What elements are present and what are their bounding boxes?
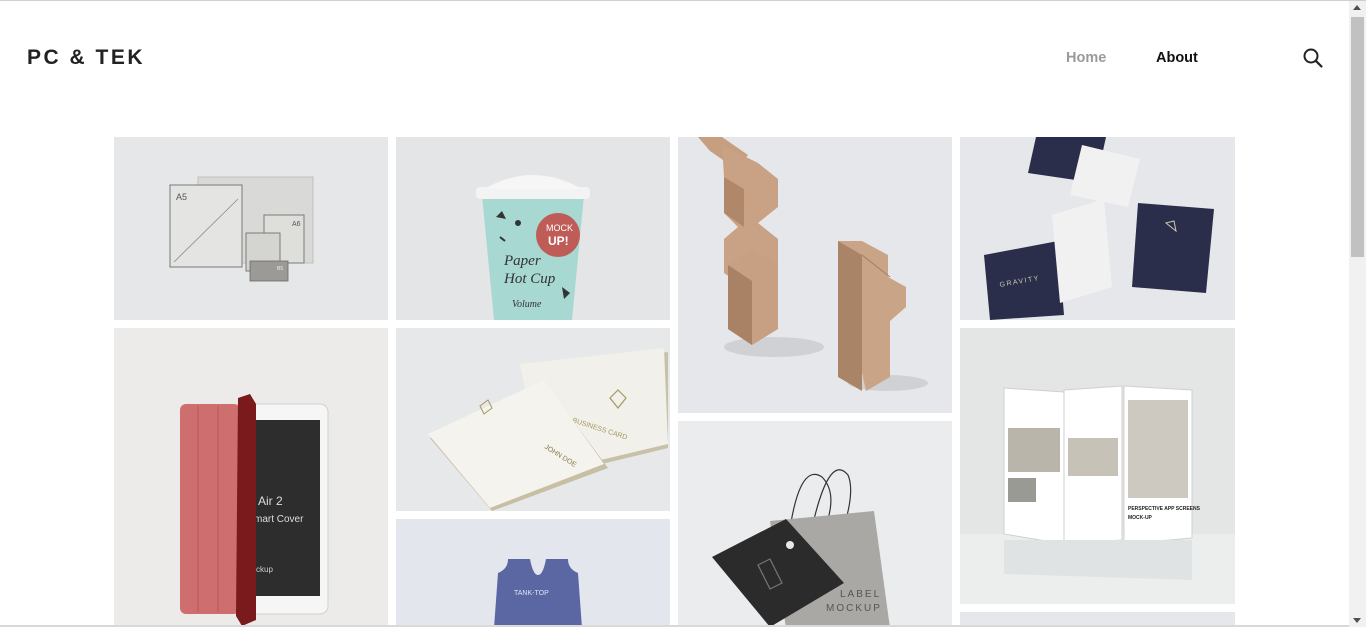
cup-text-mock: MOCK: [546, 223, 573, 233]
gallery-item-business-cards-navy[interactable]: GRAVITY: [960, 137, 1235, 320]
paper-a6-label: A6: [292, 221, 301, 228]
tag-text-label: LABEL: [840, 589, 881, 600]
gallery-item-wood-blocks[interactable]: [678, 137, 952, 413]
tag-text-mockup: MOCKUP: [826, 603, 882, 614]
vertical-scrollbar[interactable]: [1349, 1, 1366, 627]
gallery-item-business-card[interactable]: BUSINESS CARD JOHN DOE: [396, 328, 670, 511]
nav-about[interactable]: About: [1156, 50, 1198, 66]
tablet-text-air: Air 2: [258, 494, 283, 508]
cup-text-up: UP!: [548, 234, 569, 248]
gallery-item-label-tag[interactable]: LABEL MOCKUP: [678, 421, 952, 627]
cup-text-paper: Paper: [503, 253, 541, 269]
paper-a5-label: A5: [176, 192, 187, 202]
tablet-text-cover: mart Cover: [254, 514, 304, 525]
paper-b5-label: B5: [277, 266, 283, 272]
scroll-up-arrow-icon[interactable]: [1353, 5, 1361, 10]
scroll-down-arrow-icon[interactable]: [1353, 618, 1361, 623]
app-screen-subtitle: MOCK-UP: [1128, 515, 1153, 521]
search-icon[interactable]: [1302, 47, 1324, 69]
gallery-item-tank-top[interactable]: TANK-TOP: [396, 519, 670, 627]
cup-text-hotcup: Hot Cup: [503, 271, 556, 287]
gallery-item-tablet-cover[interactable]: Air 2 mart Cover ckup: [114, 328, 388, 627]
app-screen-title: PERSPECTIVE APP SCREENS: [1128, 506, 1201, 512]
gallery-item-stationery[interactable]: A5 A6 B5: [114, 137, 388, 320]
site-header: PC & TEK Home About: [0, 0, 1349, 115]
gallery-item-app-screens[interactable]: PERSPECTIVE APP SCREENS MOCK-UP: [960, 328, 1235, 604]
nav-home[interactable]: Home: [1066, 50, 1106, 66]
scrollbar-thumb[interactable]: [1351, 17, 1364, 257]
gallery-item-paper-cup[interactable]: MOCK UP! Paper Hot Cup Volume: [396, 137, 670, 320]
tank-text: TANK-TOP: [514, 590, 549, 597]
site-logo[interactable]: PC & TEK: [27, 46, 145, 70]
cup-text-volume: Volume: [512, 299, 542, 310]
tablet-text-mockup: ckup: [256, 565, 273, 574]
